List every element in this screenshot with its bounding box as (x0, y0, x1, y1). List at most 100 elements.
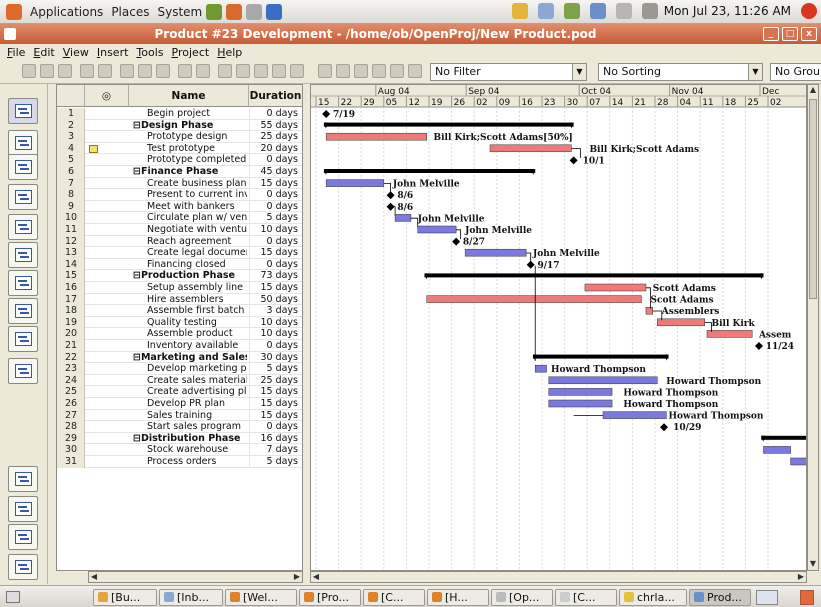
network-icon[interactable] (563, 3, 580, 19)
table-row[interactable]: 18 Assemble first batch 3 days (57, 305, 302, 317)
bar-label[interactable]: 8/6 (397, 203, 413, 213)
table-row[interactable]: 31 Process orders 5 days (57, 456, 302, 468)
duration-cell[interactable]: 25 days (249, 374, 301, 387)
task-name-cell[interactable]: Start sales program (129, 421, 247, 433)
calendar-icon[interactable] (318, 64, 332, 78)
bar-label[interactable]: Bill Kirk (712, 319, 756, 329)
task-name-cell[interactable]: Create legal document (129, 247, 247, 259)
task-name-cell[interactable]: Develop PR plan (129, 398, 247, 410)
minimize-button[interactable]: _ (763, 27, 779, 41)
task-name-cell[interactable]: ⊟Finance Phase (129, 166, 247, 178)
bar-label[interactable]: Scott Adams (650, 296, 713, 306)
menu-system[interactable]: System (157, 5, 202, 19)
task-name-cell[interactable]: Develop marketing pla (129, 363, 247, 375)
duration-cell[interactable]: 7 days (249, 444, 301, 456)
taskbar-item[interactable]: chrla... (619, 589, 687, 606)
search-icon[interactable] (537, 3, 554, 19)
menu-places[interactable]: Places (111, 5, 149, 19)
duration-cell[interactable]: 45 days (249, 166, 301, 178)
task-bar[interactable] (645, 306, 653, 315)
close-button[interactable]: x (801, 27, 817, 41)
table-row[interactable]: 5 Prototype completed 0 days (57, 154, 302, 166)
gantt-view-button[interactable] (8, 98, 38, 124)
new-icon[interactable] (22, 64, 36, 78)
table-row[interactable]: 30 Stock warehouse 7 days (57, 444, 302, 456)
launcher-icon[interactable] (206, 3, 223, 20)
table-row[interactable]: 9 Meet with bankers 0 days (57, 200, 302, 213)
redo-icon[interactable] (196, 64, 210, 78)
duration-cell[interactable]: 3 days (249, 305, 301, 317)
table-row[interactable]: 19 Quality testing 10 days (57, 316, 302, 329)
save-icon[interactable] (58, 64, 72, 78)
gantt-horizontal-scrollbar[interactable]: ◀ ▶ (310, 571, 807, 583)
duration-cell[interactable]: 25 days (249, 131, 301, 143)
vertical-scrollbar[interactable]: ▲ ▼ (807, 84, 819, 571)
task-bar[interactable] (790, 457, 807, 466)
task-name-cell[interactable]: Sales training (129, 410, 247, 422)
duration-cell[interactable]: 10 days (249, 316, 301, 329)
duration-cell[interactable]: 15 days (249, 247, 301, 259)
table-row[interactable]: 17 Hire assemblers 50 days (57, 293, 302, 306)
menu-help[interactable]: Help (217, 46, 242, 59)
task-name-cell[interactable]: Quality testing (129, 317, 247, 329)
bar-label[interactable]: John Melville (392, 180, 460, 190)
notes-icon[interactable] (272, 64, 286, 78)
copy-icon[interactable] (138, 64, 152, 78)
menu-applications[interactable]: Applications (30, 5, 103, 19)
bar-label[interactable]: Howard Thompson (551, 365, 646, 375)
task-name-cell[interactable]: Financing closed (129, 259, 247, 271)
taskbar-item-active[interactable]: Prod... (689, 589, 751, 606)
bar-label[interactable]: John Melville (417, 214, 485, 224)
bar-label[interactable]: Scott Adams (653, 284, 716, 294)
table-row[interactable]: 26 Develop PR plan 15 days (57, 398, 302, 410)
show-desktop-icon[interactable] (6, 591, 20, 603)
table-row[interactable]: 13 Create legal document 15 days (57, 247, 302, 259)
tracking-gantt-button[interactable] (8, 130, 38, 156)
duration-cell[interactable]: 0 days (249, 421, 301, 433)
notification-icon[interactable] (511, 3, 528, 19)
link-icon[interactable] (218, 64, 232, 78)
summary-bar[interactable] (761, 435, 807, 440)
task-name-cell[interactable]: Meet with bankers (129, 201, 247, 213)
table-row[interactable]: 6 ⊟Finance Phase 45 days (57, 166, 302, 178)
duration-cell[interactable]: 0 days (249, 340, 301, 352)
bar-label[interactable]: 10/29 (673, 423, 701, 433)
summary-bar[interactable] (532, 354, 669, 359)
cut-icon[interactable] (120, 64, 134, 78)
open-icon[interactable] (40, 64, 54, 78)
table-row[interactable]: 29 ⊟Distribution Phase 16 days (57, 432, 302, 445)
summary-bar[interactable] (323, 169, 536, 173)
task-bar[interactable] (325, 132, 427, 141)
resource-view-button[interactable] (8, 184, 38, 210)
duration-cell[interactable]: 15 days (249, 409, 301, 422)
charts-button[interactable] (8, 466, 38, 492)
task-name-cell[interactable]: Inventory available (129, 340, 247, 352)
table-horizontal-scrollbar[interactable]: ◀ ▶ (88, 571, 303, 583)
resource-usage-detail-button[interactable] (8, 524, 38, 550)
task-name-cell[interactable]: ⊟Design Phase (129, 120, 247, 132)
duration-cell[interactable]: 0 days (249, 258, 301, 271)
summary-bar[interactable] (424, 273, 764, 278)
task-bar[interactable] (706, 330, 753, 338)
table-row[interactable]: 10 Circulate plan w/ vent 5 days (57, 212, 302, 224)
menu-file[interactable]: File (7, 46, 25, 59)
table-row[interactable]: 4 Test prototype 20 days (57, 142, 302, 155)
bar-label[interactable]: Howard Thompson (669, 412, 764, 422)
power-icon[interactable] (801, 3, 817, 19)
taskbar-item[interactable]: [H... (427, 589, 489, 606)
bar-label[interactable]: Howard Thompson (623, 400, 718, 410)
filter-icon[interactable] (372, 64, 386, 78)
duration-cell[interactable]: 0 days (249, 154, 301, 166)
bar-label[interactable]: 8/6 (397, 191, 413, 201)
scroll-thumb[interactable] (809, 99, 817, 299)
duration-cell[interactable]: 0 days (249, 235, 301, 248)
bar-label[interactable]: 10/1 (583, 156, 605, 166)
task-bar[interactable] (548, 376, 658, 385)
paste-icon[interactable] (156, 64, 170, 78)
bar-label[interactable]: Bill Kirk;Scott Adams (589, 145, 699, 155)
task-name-cell[interactable]: Assemble product (129, 328, 247, 340)
report-view-button[interactable] (8, 270, 38, 296)
duration-cell[interactable]: 50 days (249, 293, 301, 306)
task-name-cell[interactable]: Create business plan (129, 178, 247, 190)
duration-cell[interactable]: 15 days (249, 398, 301, 410)
